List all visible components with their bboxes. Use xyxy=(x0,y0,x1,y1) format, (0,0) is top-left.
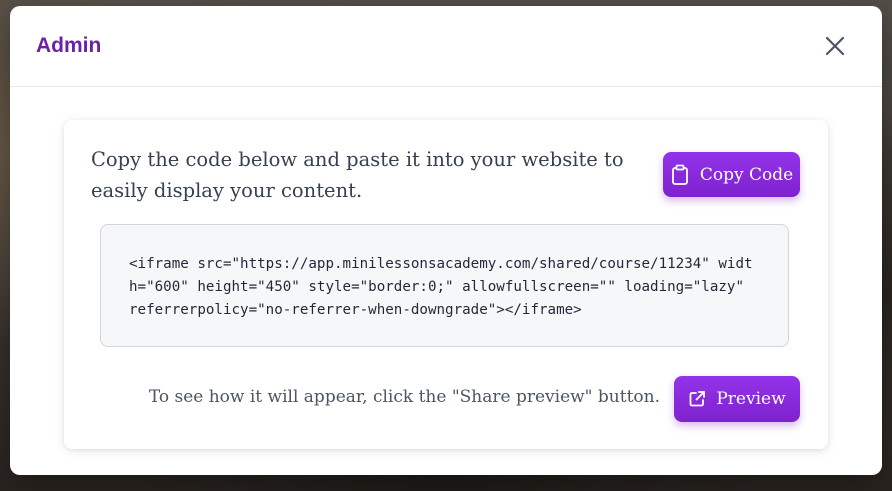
close-icon xyxy=(825,36,845,56)
external-link-icon xyxy=(688,390,706,408)
embed-code: <iframe src="https://app.minilessonsacad… xyxy=(129,256,753,318)
embed-card: Copy the code below and paste it into yo… xyxy=(64,120,828,449)
preview-hint: To see how it will appear, click the "Sh… xyxy=(148,387,660,407)
modal-title: Admin xyxy=(36,34,102,57)
embed-code-box[interactable]: <iframe src="https://app.minilessonsacad… xyxy=(100,224,789,347)
close-button[interactable] xyxy=(820,31,850,61)
admin-modal: Admin Copy the code below and paste it i… xyxy=(10,6,882,475)
clipboard-icon xyxy=(670,164,690,186)
embed-instructions: Copy the code below and paste it into yo… xyxy=(91,148,624,202)
copy-code-label: Copy Code xyxy=(699,164,794,185)
preview-button[interactable]: Preview xyxy=(674,376,800,422)
copy-code-button[interactable]: Copy Code xyxy=(663,152,800,197)
preview-label: Preview xyxy=(716,389,786,409)
modal-header: Admin xyxy=(10,6,882,87)
